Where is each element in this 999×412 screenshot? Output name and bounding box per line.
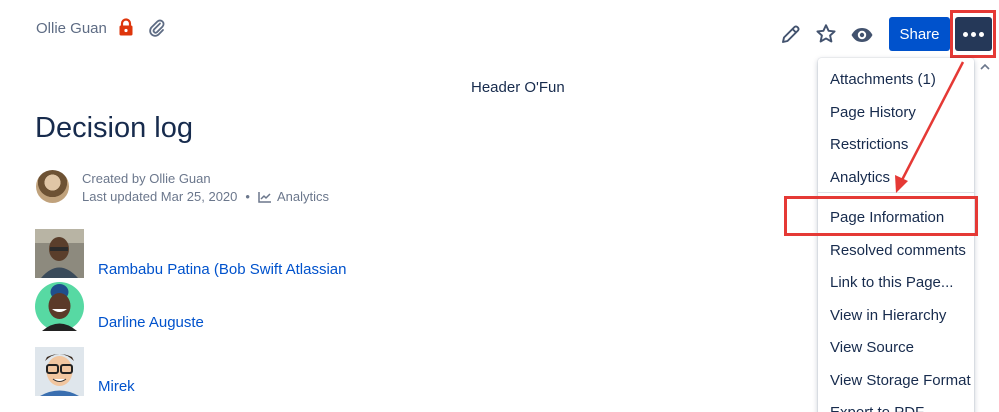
more-dot-icon [971, 31, 976, 37]
more-dot-icon [979, 31, 984, 37]
person-link[interactable]: Mirek [98, 378, 135, 395]
more-dot-icon [963, 31, 968, 37]
lock-icon[interactable] [118, 18, 134, 36]
menu-item-view-source[interactable]: View Source [830, 339, 914, 356]
menu-item-page-information[interactable]: Page Information [830, 209, 944, 226]
menu-item-analytics[interactable]: Analytics [830, 169, 890, 186]
page-header-text: Header O'Fun [471, 79, 565, 96]
menu-item-restrictions[interactable]: Restrictions [830, 136, 908, 153]
byline-last-updated: Last updated Mar 25, 2020 • Analytics [82, 189, 329, 204]
byline-analytics-link[interactable]: Analytics [277, 189, 329, 204]
edit-pencil-icon[interactable] [779, 22, 803, 46]
more-actions-button[interactable] [955, 17, 992, 51]
page-title: Decision log [35, 112, 193, 144]
menu-item-link-to-page[interactable]: Link to this Page... [830, 274, 953, 291]
more-actions-menu: Attachments (1) Page History Restriction… [818, 58, 974, 412]
menu-scroll-up-icon[interactable] [979, 60, 991, 74]
breadcrumb: Ollie Guan [36, 20, 107, 37]
menu-item-resolved-comments[interactable]: Resolved comments [830, 242, 966, 259]
analytics-chart-icon [258, 191, 271, 203]
menu-item-page-history[interactable]: Page History [830, 104, 916, 121]
menu-item-attachments[interactable]: Attachments (1) [830, 71, 936, 88]
star-icon[interactable] [814, 22, 838, 46]
menu-divider [818, 192, 974, 193]
share-button[interactable]: Share [889, 17, 950, 51]
person-link[interactable]: Darline Auguste [98, 314, 204, 331]
menu-item-export-to-pdf[interactable]: Export to PDF [830, 404, 924, 412]
author-avatar[interactable] [36, 170, 69, 203]
last-updated-text[interactable]: Last updated Mar 25, 2020 [82, 189, 237, 204]
byline-created-by: Created by Ollie Guan [82, 171, 211, 186]
paperclip-icon[interactable] [147, 17, 165, 37]
menu-item-view-storage-format[interactable]: View Storage Format [830, 372, 971, 389]
breadcrumb-author[interactable]: Ollie Guan [36, 20, 107, 37]
avatar[interactable] [35, 347, 84, 396]
avatar[interactable] [35, 229, 84, 278]
byline-separator: • [245, 189, 250, 204]
watch-eye-icon[interactable] [850, 23, 874, 47]
menu-item-view-in-hierarchy[interactable]: View in Hierarchy [830, 307, 946, 324]
avatar[interactable] [35, 282, 84, 331]
person-link[interactable]: Rambabu Patina (Bob Swift Atlassian [98, 261, 346, 278]
